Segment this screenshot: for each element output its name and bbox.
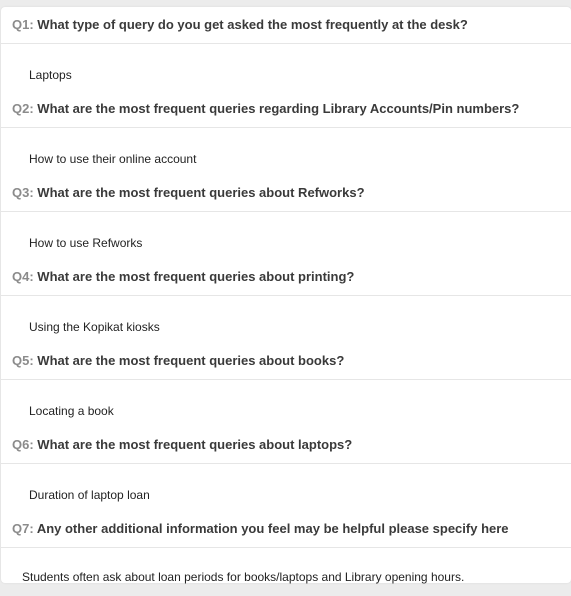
answer-3: How to use Refworks (29, 236, 143, 250)
divider (1, 379, 571, 380)
question-text: Any other additional information you fee… (36, 521, 509, 536)
question-3: Q3: What are the most frequent queries a… (12, 183, 567, 203)
question-number: Q5: (12, 353, 34, 368)
answer-7: Students often ask about loan periods fo… (22, 570, 465, 584)
question-number: Q6: (12, 437, 34, 452)
question-number: Q3: (12, 185, 34, 200)
question-6: Q6: What are the most frequent queries a… (12, 435, 567, 455)
question-5: Q5: What are the most frequent queries a… (12, 351, 567, 371)
question-text: What are the most frequent queries about… (37, 185, 365, 200)
divider (1, 43, 571, 44)
question-number: Q1: (12, 17, 34, 32)
divider (1, 295, 571, 296)
divider (1, 547, 571, 548)
question-number: Q7: (12, 521, 34, 536)
divider (1, 463, 571, 464)
question-text: What are the most frequent queries about… (37, 437, 353, 452)
question-number: Q4: (12, 269, 34, 284)
question-7: Q7: Any other additional information you… (12, 519, 567, 539)
question-number: Q2: (12, 101, 34, 116)
question-text: What type of query do you get asked the … (37, 17, 468, 32)
survey-responses-card: Q1: What type of query do you get asked … (1, 7, 571, 584)
divider (1, 127, 571, 128)
answer-5: Locating a book (29, 404, 114, 418)
question-2: Q2: What are the most frequent queries r… (12, 99, 567, 119)
answer-6: Duration of laptop loan (29, 488, 150, 502)
question-text: What are the most frequent queries about… (37, 353, 345, 368)
answer-2: How to use their online account (29, 152, 197, 166)
question-1: Q1: What type of query do you get asked … (12, 15, 567, 35)
question-text: What are the most frequent queries regar… (37, 101, 520, 116)
answer-4: Using the Kopikat kiosks (29, 320, 160, 334)
question-4: Q4: What are the most frequent queries a… (12, 267, 567, 287)
answer-1: Laptops (29, 68, 72, 82)
question-text: What are the most frequent queries about… (37, 269, 355, 284)
divider (1, 211, 571, 212)
